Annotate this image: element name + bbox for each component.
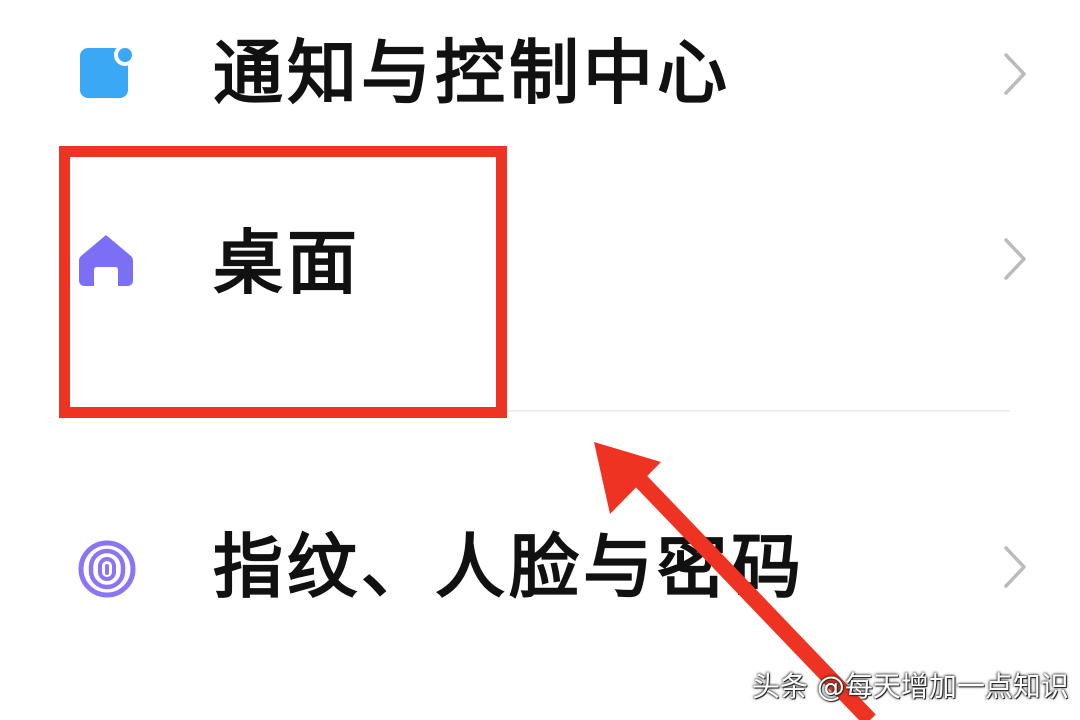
settings-item-notification-center-label: 通知与控制中心: [213, 32, 731, 114]
chevron-right-icon: [1004, 53, 1026, 95]
list-divider: [62, 410, 1010, 412]
settings-item-fingerprint-face-password-label: 指纹、人脸与密码: [213, 526, 805, 608]
settings-item-desktop-label: 桌面: [213, 222, 361, 304]
chevron-right-icon: [1004, 238, 1026, 280]
settings-screen: 通知与控制中心 桌面 指纹、人脸与密码 头条 @每天增加一点知识: [0, 0, 1080, 720]
fingerprint-icon: [78, 540, 136, 598]
notification-center-icon: [80, 44, 136, 98]
chevron-right-icon: [1004, 546, 1026, 588]
watermark: 头条 @每天增加一点知识: [752, 670, 1069, 703]
settings-item-desktop[interactable]: [0, 150, 1080, 405]
home-icon: [79, 235, 133, 286]
